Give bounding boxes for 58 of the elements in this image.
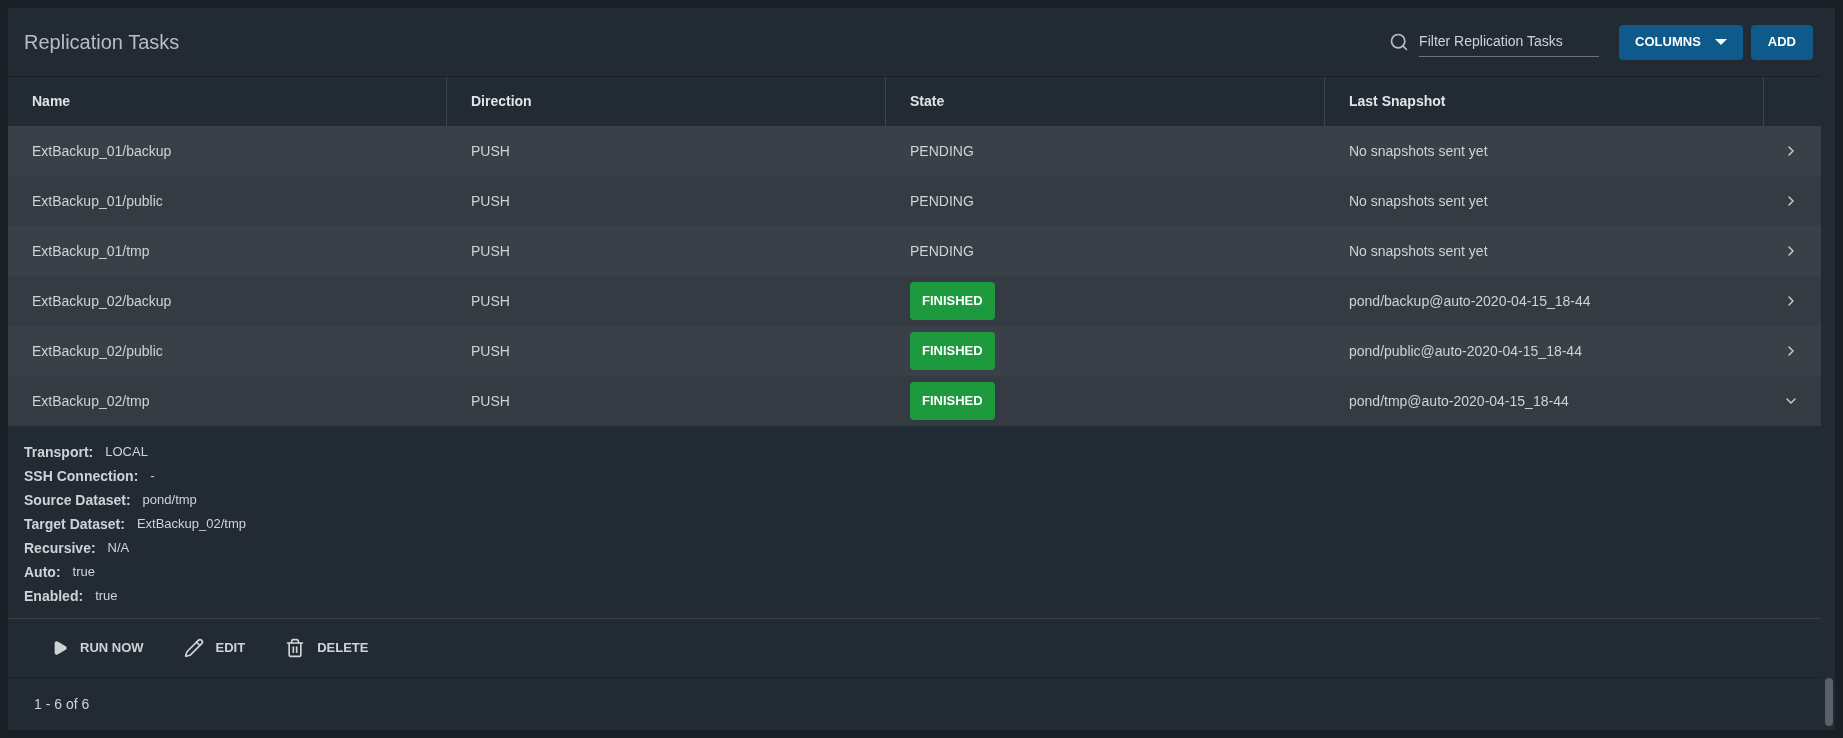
table-row[interactable]: ExtBackup_01/public PUSH PENDING No snapshots sent yet xyxy=(8,176,1821,226)
table-cell: PUSH xyxy=(471,292,510,309)
table-cell: No snapshots sent yet xyxy=(1349,242,1488,259)
table-row[interactable]: ExtBackup_02/public PUSH FINISHED pond/public@auto-2020-04-15_18-44 xyxy=(8,326,1821,376)
detail-label: Target Dataset: xyxy=(24,515,125,534)
detail-label: SSH Connection: xyxy=(24,467,139,486)
table-cell: No snapshots sent yet xyxy=(1349,192,1488,209)
trash-icon xyxy=(285,638,306,658)
status-badge: FINISHED xyxy=(910,332,995,370)
play-icon xyxy=(52,640,68,656)
pencil-icon xyxy=(183,638,204,658)
table-cell: ExtBackup_02/public xyxy=(32,342,163,359)
table-cell: pond/backup@auto-2020-04-15_18-44 xyxy=(1349,292,1591,309)
search-icon xyxy=(1389,32,1410,52)
detail-value: - xyxy=(150,467,155,485)
scrollbar-thumb[interactable] xyxy=(1825,678,1833,726)
table-cell: ExtBackup_02/tmp xyxy=(32,392,150,409)
table-cell: ExtBackup_01/public xyxy=(32,192,163,209)
status-badge: FINISHED xyxy=(910,282,995,320)
table-cell: PENDING xyxy=(910,192,974,209)
columns-button[interactable]: COLUMNS xyxy=(1619,24,1743,60)
table-cell: pond/tmp@auto-2020-04-15_18-44 xyxy=(1349,392,1569,409)
table-row[interactable]: ExtBackup_01/tmp PUSH PENDING No snapshots sent yet xyxy=(8,226,1821,276)
table-cell: PUSH xyxy=(471,392,510,409)
table-cell: pond/public@auto-2020-04-15_18-44 xyxy=(1349,342,1582,359)
table-cell: PENDING xyxy=(910,242,974,259)
action-button[interactable]: EDIT xyxy=(173,632,256,664)
detail-label: Recursive: xyxy=(24,539,96,558)
detail-value: LOCAL xyxy=(105,443,148,461)
table-cell: PUSH xyxy=(471,192,510,209)
table-cell: PUSH xyxy=(471,142,510,159)
action-button[interactable]: RUN NOW xyxy=(42,632,154,664)
detail-label: Source Dataset: xyxy=(24,491,131,510)
action-button[interactable]: DELETE xyxy=(275,632,379,664)
detail-label: Enabled: xyxy=(24,587,84,606)
table-cell: PENDING xyxy=(910,142,974,159)
table-cell: ExtBackup_02/backup xyxy=(32,292,172,309)
table-row[interactable]: ExtBackup_02/tmp PUSH FINISHED pond/tmp@auto-2020-04-15_18-44 xyxy=(8,376,1821,426)
detail-value: N/A xyxy=(107,539,130,557)
table-cell: ExtBackup_01/tmp xyxy=(32,242,150,259)
table-cell: ExtBackup_01/backup xyxy=(32,142,172,159)
filter-field[interactable]: Filter Replication Tasks xyxy=(1419,27,1600,57)
table-cell: No snapshots sent yet xyxy=(1349,142,1488,159)
table-row[interactable]: ExtBackup_01/backup PUSH PENDING No snapshots sent yet xyxy=(8,126,1821,176)
page-title: Replication Tasks xyxy=(24,30,180,55)
detail-value: ExtBackup_02/tmp xyxy=(136,515,246,533)
detail-value: pond/tmp xyxy=(142,491,197,509)
table-cell: PUSH xyxy=(471,342,510,359)
pagination-text: 1 - 6 of 6 xyxy=(34,694,90,714)
detail-label: Auto: xyxy=(24,563,61,582)
caret-icon xyxy=(1714,39,1727,45)
detail-value: true xyxy=(72,563,95,581)
detail-label: Transport: xyxy=(24,443,94,462)
detail-value: true xyxy=(95,587,118,605)
add-button[interactable]: ADD xyxy=(1750,24,1813,60)
status-badge: FINISHED xyxy=(910,382,995,420)
table-cell: PUSH xyxy=(471,242,510,259)
table-row[interactable]: ExtBackup_02/backup PUSH FINISHED pond/backup@auto-2020-04-15_18-44 xyxy=(8,276,1821,326)
